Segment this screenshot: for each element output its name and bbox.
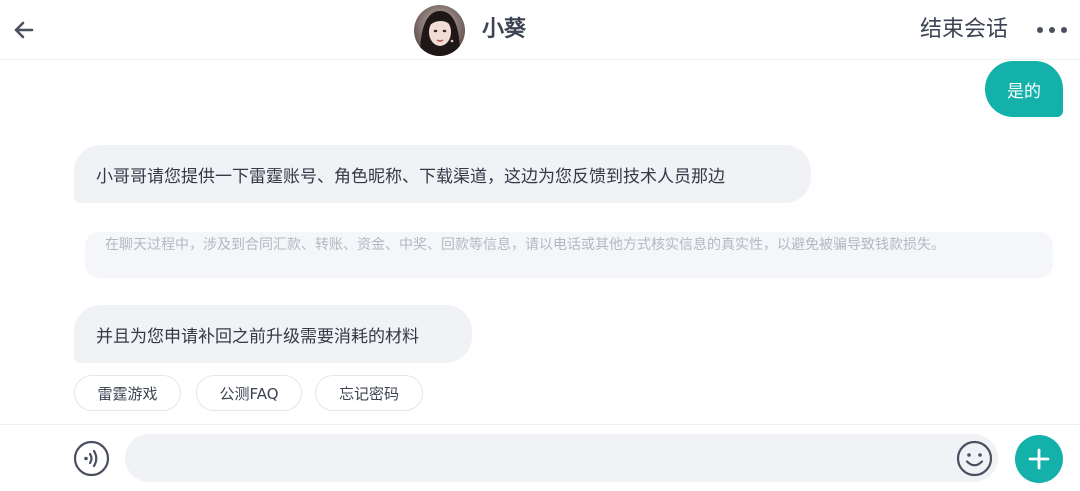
agent-message-bubble: 小哥哥请您提供一下雷霆账号、角色昵称、下载渠道，这边为您反馈到技术人员那边 [74, 145, 811, 203]
chat-message-list[interactable]: 是的 小哥哥请您提供一下雷霆账号、角色昵称、下载渠道，这边为您反馈到技术人员那边… [0, 60, 1080, 424]
end-session-button[interactable]: 结束会话 [920, 15, 1008, 45]
quick-reply-chip[interactable]: 忘记密码 [315, 375, 423, 411]
emoji-icon[interactable] [956, 440, 993, 477]
quick-reply-chip[interactable]: 雷霆游戏 [74, 375, 181, 411]
message-input[interactable] [125, 434, 998, 482]
security-notice: 在聊天过程中，涉及到合同汇款、转账、资金、中奖、回款等信息，请以电话或其他方式核… [85, 232, 1053, 278]
add-button[interactable] [1015, 435, 1063, 483]
arrow-left-icon[interactable] [10, 16, 38, 44]
agent-message-bubble: 并且为您申请补回之前升级需要消耗的材料 [74, 305, 472, 363]
input-bar [0, 424, 1080, 491]
agent-name: 小葵 [482, 17, 527, 42]
voice-icon[interactable] [73, 440, 110, 477]
agent-avatar[interactable] [414, 5, 465, 56]
plus-icon [1028, 448, 1050, 470]
user-message-bubble: 是的 [985, 61, 1063, 117]
quick-reply-chip[interactable]: 公测FAQ [196, 375, 302, 411]
more-horizontal-icon[interactable] [1034, 18, 1070, 42]
chat-header: 小葵 结束会话 [0, 0, 1080, 60]
